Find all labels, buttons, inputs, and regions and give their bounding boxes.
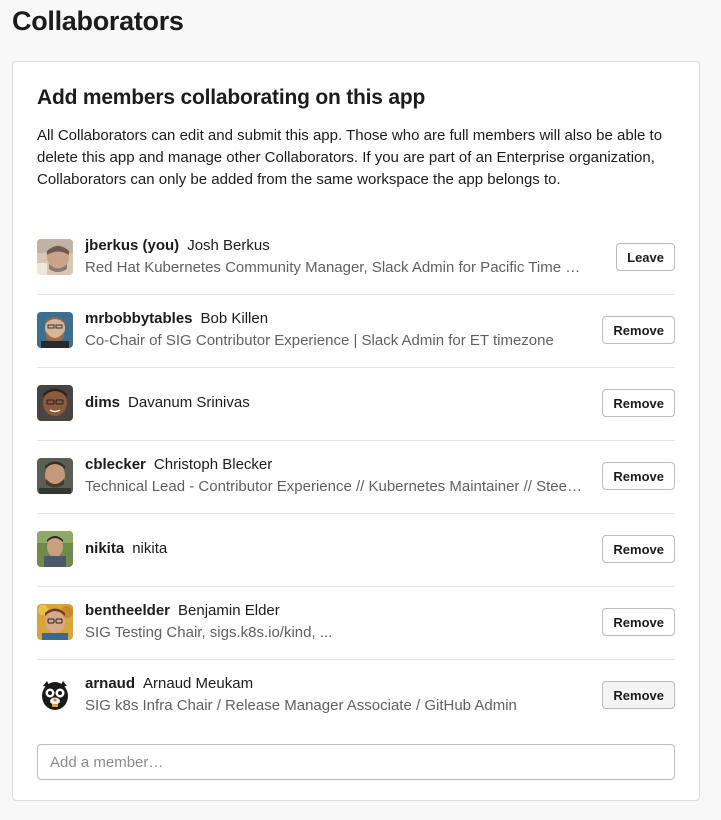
remove-button[interactable]: Remove: [602, 535, 675, 563]
member-row-cblecker: cblecker Christoph Blecker Technical Lead…: [37, 441, 675, 514]
member-names: dims Davanum Srinivas: [85, 392, 250, 414]
member-real-name: nikita: [132, 540, 168, 557]
member-title: Red Hat Kubernetes Community Manager, Sl…: [85, 259, 585, 276]
avatar[interactable]: [37, 312, 73, 348]
avatar[interactable]: [37, 385, 73, 421]
avatar[interactable]: [37, 531, 73, 567]
add-member-input[interactable]: [37, 744, 675, 780]
member-list: jberkus (you) Josh Berkus Red Hat Kuberne…: [37, 222, 675, 733]
member-names: jberkus (you) Josh Berkus: [85, 235, 270, 257]
member-row-bentheelder: bentheelder Benjamin Elder SIG Testing Ch…: [37, 587, 675, 660]
card-heading: Add members collaborating on this app: [37, 86, 426, 109]
remove-button[interactable]: Remove: [602, 608, 675, 636]
remove-button[interactable]: Remove: [602, 462, 675, 490]
collaborators-card: Add members collaborating on this app Al…: [12, 61, 700, 801]
page-title: Collaborators: [12, 6, 184, 36]
member-real-name: Davanum Srinivas: [128, 394, 250, 411]
member-username[interactable]: jberkus (you): [85, 237, 179, 254]
member-row-mrbobbytables: mrbobbytables Bob Killen Co-Chair of SIG …: [37, 295, 675, 368]
member-real-name: Benjamin Elder: [178, 602, 280, 619]
member-username[interactable]: arnaud: [85, 675, 135, 692]
member-names: mrbobbytables Bob Killen: [85, 308, 268, 330]
remove-button[interactable]: Remove: [602, 389, 675, 417]
member-username[interactable]: cblecker: [85, 456, 146, 473]
remove-button[interactable]: Remove: [602, 681, 675, 709]
member-row-dims: dims Davanum Srinivas Remove: [37, 368, 675, 441]
avatar[interactable]: [37, 604, 73, 640]
card-description: All Collaborators can edit and submit th…: [37, 127, 663, 188]
member-names: bentheelder Benjamin Elder: [85, 600, 280, 622]
member-names: arnaud Arnaud Meukam: [85, 673, 253, 695]
member-row-arnaud: arnaud Arnaud Meukam SIG k8s Infra Chair …: [37, 660, 675, 733]
member-real-name: Bob Killen: [200, 310, 269, 327]
avatar[interactable]: [37, 677, 73, 713]
member-title: SIG k8s Infra Chair / Release Manager As…: [85, 697, 517, 714]
remove-button[interactable]: Remove: [602, 316, 675, 344]
member-row-nikita: nikita nikita Remove: [37, 514, 675, 587]
member-names: nikita nikita: [85, 538, 167, 560]
member-username[interactable]: mrbobbytables: [85, 310, 193, 327]
member-title: Technical Lead - Contributor Experience …: [85, 478, 585, 495]
member-row-jberkus: jberkus (you) Josh Berkus Red Hat Kuberne…: [37, 222, 675, 295]
member-real-name: Josh Berkus: [187, 237, 270, 254]
leave-button[interactable]: Leave: [616, 243, 675, 271]
member-title: Co-Chair of SIG Contributor Experience |…: [85, 332, 554, 349]
member-username[interactable]: bentheelder: [85, 602, 170, 619]
member-username[interactable]: nikita: [85, 540, 124, 557]
member-username[interactable]: dims: [85, 394, 120, 411]
member-real-name: Arnaud Meukam: [143, 675, 254, 692]
member-names: cblecker Christoph Blecker: [85, 454, 272, 476]
member-title: SIG Testing Chair, sigs.k8s.io/kind, ...: [85, 624, 333, 641]
avatar[interactable]: [37, 239, 73, 275]
avatar[interactable]: [37, 458, 73, 494]
member-real-name: Christoph Blecker: [153, 456, 273, 473]
